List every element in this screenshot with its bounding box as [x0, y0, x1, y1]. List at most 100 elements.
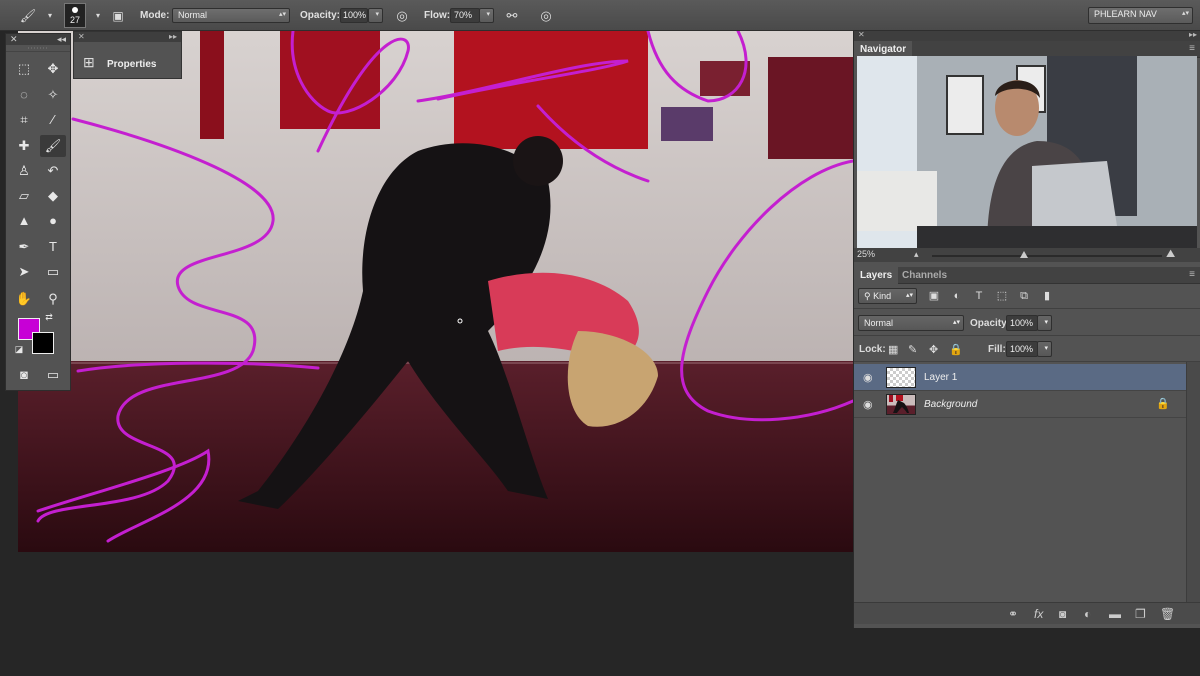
type-tool-icon[interactable]: T [40, 236, 66, 258]
filter-kind-value: Kind [873, 291, 892, 301]
blend-mode-select[interactable]: Normal ▴▾ [858, 315, 964, 331]
lock-transparency-icon[interactable]: ▦ [888, 343, 898, 356]
navigator-image [857, 56, 1197, 248]
fx-icon[interactable]: fx [1034, 607, 1043, 621]
brush-tool-preset-icon[interactable]: 🖌 [18, 6, 38, 26]
pressure-size-icon[interactable]: ◎ [536, 6, 556, 26]
workspace-name: PHLEARN NAV [1094, 9, 1157, 19]
quick-mask-icon[interactable]: ◙ [11, 364, 37, 386]
chevron-updown-icon: ▴▾ [278, 11, 286, 18]
panel-grip[interactable] [6, 45, 70, 52]
properties-icon[interactable]: ⊞ [83, 54, 95, 71]
eyedropper-tool-icon[interactable]: ⁄ [40, 109, 66, 131]
chevron-down-icon: ▾ [486, 11, 490, 18]
brush-picker-arrow-icon[interactable]: ▾ [88, 6, 108, 26]
close-icon[interactable]: ✕ [858, 30, 865, 39]
fill-input[interactable]: 100% [1006, 341, 1038, 357]
clone-stamp-tool-icon[interactable]: ♙ [11, 160, 37, 182]
paint-bucket-tool-icon[interactable]: ◆ [40, 185, 66, 207]
add-mask-icon[interactable]: ◙ [1059, 607, 1066, 621]
eye-icon[interactable]: ◉ [863, 398, 873, 411]
healing-brush-tool-icon[interactable]: ✚ [11, 135, 37, 157]
lock-position-icon[interactable]: ✥ [929, 343, 938, 356]
new-group-icon[interactable]: ▬ [1109, 607, 1121, 621]
new-adjustment-icon[interactable]: ◐ [1084, 607, 1091, 621]
rectangle-tool-icon[interactable]: ▭ [40, 261, 66, 283]
brush-tool-icon[interactable]: 🖌 [40, 135, 66, 157]
eye-icon[interactable]: ◉ [863, 371, 873, 384]
layer-row[interactable]: ◉ Layer 1 [854, 364, 1186, 391]
dodge-tool-icon[interactable]: ● [40, 210, 66, 232]
layer-name[interactable]: Layer 1 [924, 372, 957, 383]
layers-scrollbar[interactable] [1186, 362, 1200, 605]
filter-kind-select[interactable]: ⚲ Kind ▴▾ [858, 288, 917, 304]
zoom-slider-handle[interactable] [1020, 251, 1028, 258]
canvas-image [18, 31, 853, 552]
lock-pixels-icon[interactable]: ✎ [908, 343, 917, 356]
expand-icon[interactable]: ▸▸ [169, 32, 177, 42]
properties-title[interactable]: Properties [107, 59, 156, 70]
panel-menu-icon[interactable]: ≡ [1189, 43, 1195, 54]
move-tool-icon[interactable]: ✥ [40, 58, 66, 80]
crop-tool-icon[interactable]: ⌗ [11, 109, 37, 131]
pressure-opacity-icon[interactable]: ◎ [392, 6, 412, 26]
zoom-in-icon[interactable]: ⛰ [1166, 248, 1175, 261]
mode-label: Mode: [140, 10, 170, 21]
mode-select[interactable]: Normal ▴▾ [172, 8, 290, 23]
swap-colors-icon[interactable]: ⇄ [42, 310, 56, 324]
link-layers-icon[interactable]: ⚭ [1008, 607, 1018, 621]
tab-channels[interactable]: Channels [896, 267, 953, 284]
fill-slider-button[interactable]: ▾ [1037, 341, 1052, 357]
history-brush-tool-icon[interactable]: ↶ [40, 160, 66, 182]
zoom-out-icon[interactable]: ▴ [914, 249, 919, 260]
brush-panel-toggle-icon[interactable]: ▣ [108, 6, 128, 26]
eraser-tool-icon[interactable]: ▱ [11, 185, 37, 207]
default-colors-icon[interactable]: ◪ [12, 342, 26, 356]
hand-tool-icon[interactable]: ✋ [11, 288, 37, 310]
opacity-slider-button[interactable]: ▾ [368, 8, 383, 23]
lasso-tool-icon[interactable]: ◌ [11, 84, 37, 106]
close-icon[interactable]: ✕ [78, 32, 85, 41]
airbrush-icon[interactable]: ⚯ [502, 6, 522, 26]
path-selection-tool-icon[interactable]: ➤ [11, 261, 37, 283]
layer-row[interactable]: ◉ Background 🔒 [854, 391, 1186, 418]
fill-label: Fill: [988, 344, 1006, 355]
zoom-slider[interactable] [932, 255, 1162, 257]
zoom-tool-icon[interactable]: ⚲ [40, 288, 66, 310]
chevron-down-icon: ▾ [1044, 345, 1048, 352]
background-color-swatch[interactable] [32, 332, 54, 354]
document-canvas[interactable] [18, 31, 853, 552]
new-layer-icon[interactable]: ❐ [1135, 607, 1146, 621]
pen-tool-icon[interactable]: ✒ [11, 236, 37, 258]
workspace-switcher[interactable]: PHLEARN NAV ▴▾ [1088, 7, 1193, 24]
magic-wand-tool-icon[interactable]: ✧ [40, 84, 66, 106]
preset-dropdown-arrow-icon[interactable]: ▾ [40, 6, 60, 26]
filter-shape-icon[interactable]: ⬚ [994, 288, 1010, 304]
opacity-input[interactable]: 100% [340, 8, 368, 23]
blur-tool-icon[interactable]: ▲ [11, 210, 37, 232]
navigator-preview[interactable] [857, 56, 1197, 248]
screen-mode-icon[interactable]: ▭ [40, 364, 66, 386]
collapse-icon[interactable]: ▸▸ [1189, 30, 1197, 39]
flow-input[interactable]: 70% [450, 8, 480, 23]
filter-type-icon[interactable]: T [971, 288, 987, 304]
collapse-icon[interactable]: ◂◂ [57, 34, 66, 45]
layer-opacity-input[interactable]: 100% [1006, 315, 1038, 331]
opacity-input-value: 100% [343, 10, 367, 20]
lock-all-icon[interactable]: 🔒 [949, 343, 963, 356]
trash-icon[interactable]: 🗑 [1160, 607, 1175, 621]
close-icon[interactable]: ✕ [10, 34, 18, 44]
flow-input-value: 70% [454, 10, 473, 20]
filter-smartobject-icon[interactable]: ⧉ [1016, 288, 1032, 304]
brush-size-picker[interactable]: 27 [64, 3, 86, 28]
filter-pixel-icon[interactable]: ▣ [926, 288, 942, 304]
filter-adjustment-icon[interactable]: ◐ [949, 288, 965, 304]
layer-opacity-slider-button[interactable]: ▾ [1037, 315, 1052, 331]
tab-layers[interactable]: Layers [854, 267, 899, 284]
flow-slider-button[interactable]: ▾ [479, 8, 494, 23]
navigator-zoom-value[interactable]: 25% [857, 249, 875, 259]
filter-toggle-icon[interactable]: ▮ [1039, 288, 1055, 304]
marquee-tool-icon[interactable]: ⬚ [11, 58, 37, 80]
panel-menu-icon[interactable]: ≡ [1189, 269, 1195, 280]
layer-name[interactable]: Background [924, 399, 977, 410]
